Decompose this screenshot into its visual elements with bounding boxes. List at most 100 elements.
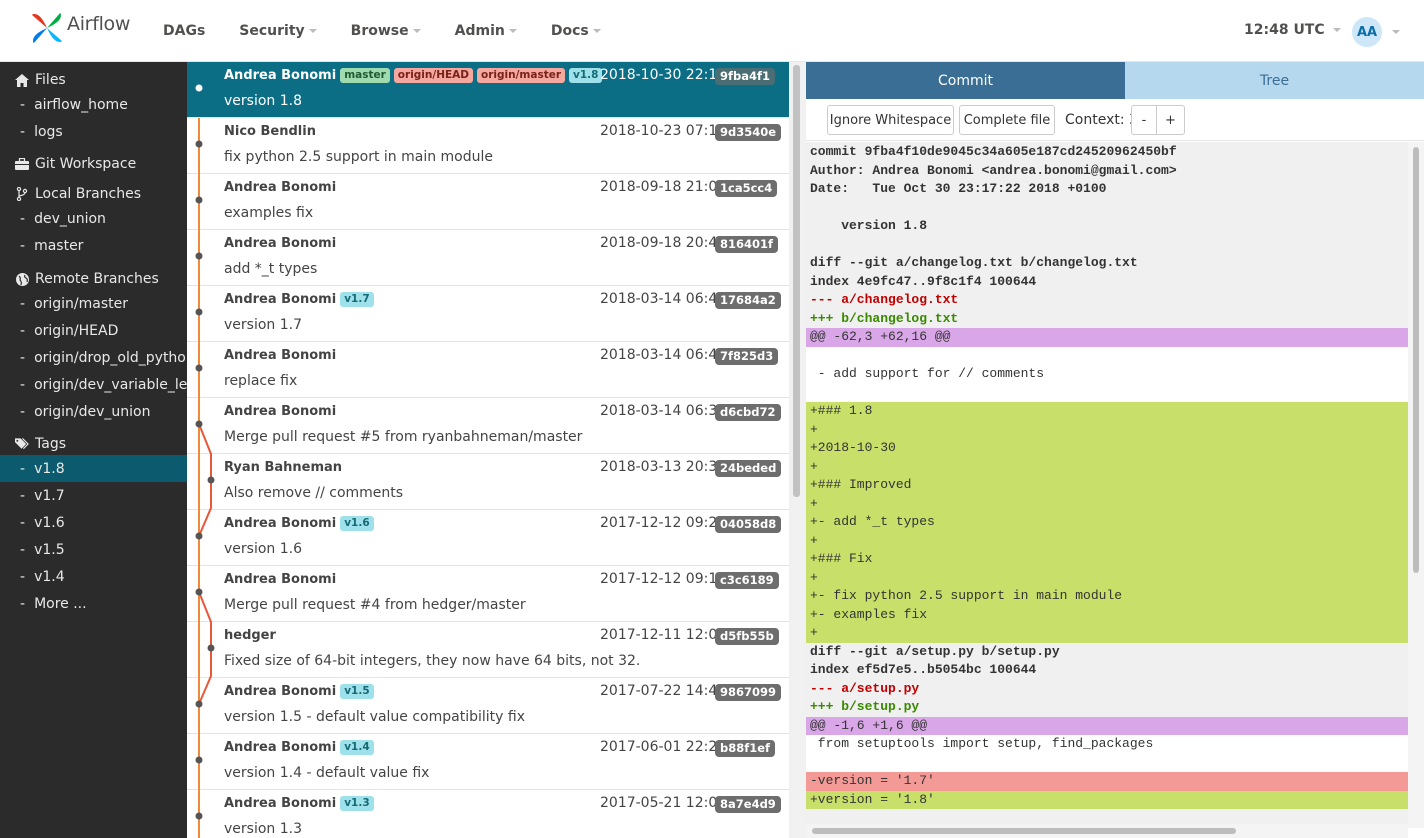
sidebar-item-tag-v1-7[interactable]: - v1.7 [0,482,187,509]
commit-hash-badge[interactable]: 9fba4f1 [715,68,776,85]
commit-row[interactable]: Andrea Bonomi master origin/HEAD origin/mas… [187,62,789,118]
commit-node [207,476,215,484]
complete-file-button[interactable]: Complete file [959,105,1055,135]
commit-hash-badge[interactable]: 7f825d3 [715,348,779,365]
diff-horizontal-scrollbar[interactable] [806,824,1408,838]
commit-hash-badge[interactable]: d5fb55b [715,628,779,645]
sidebar-item-origin-head[interactable]: - origin/HEAD [0,317,187,344]
commit-node [195,756,203,764]
ignore-whitespace-button[interactable]: Ignore Whitespace [827,105,954,135]
diff-line: +- fix python 2.5 support in main module [806,587,1408,606]
sidebar-item-tag-v1-6[interactable]: - v1.6 [0,509,187,536]
commit-row[interactable]: Nico Bendlin fix python 2.5 support in ma… [187,118,789,174]
tab-commit[interactable]: Commit [806,62,1125,99]
commit-hash-badge[interactable]: 24beded [715,460,782,477]
top-navbar: Airflow DAGs Security Browse Admin Docs … [0,0,1424,62]
commit-author: hedger [224,628,276,643]
commit-author-line: Andrea Bonomi v1.5 [224,684,374,699]
nav-docs[interactable]: Docs [551,23,601,39]
diff-line: +version = '1.8' [806,790,1408,809]
diff-line: + [806,420,1408,439]
commit-message: version 1.7 [224,317,302,333]
sidebar-section-remote-branches[interactable]: Remote Branches [0,266,187,292]
sidebar-item-dev-union[interactable]: - dev_union [0,205,187,232]
commit-row[interactable]: Andrea Bonomi add *_t types 2018-09-18 20:… [187,230,789,286]
commit-list-scrollbar[interactable] [789,62,806,838]
commit-row[interactable]: Andrea Bonomi Merge pull request #4 from … [187,566,789,622]
diff-line: diff --git a/changelog.txt b/changelog.t… [810,255,1138,270]
nav-docs-label: Docs [550,23,589,39]
sidebar-item-label: airflow_home [34,96,128,113]
nav-admin[interactable]: Admin [455,23,517,39]
commit-row[interactable]: Andrea Bonomi Merge pull request #5 from … [187,398,789,454]
commit-row[interactable]: Andrea Bonomi v1.3 version 1.3 2017-05-21 1… [187,790,789,838]
scrollbar-thumb[interactable] [793,65,800,497]
sidebar-section-local-branches[interactable]: Local Branches [0,181,187,207]
commit-message: Merge pull request #4 from hedger/master [224,597,526,613]
commit-author: Ryan Bahneman [224,460,343,475]
diff-line: + [806,457,1408,476]
commit-author-line: Andrea Bonomi [224,404,336,419]
sidebar-item-tag-v1-8[interactable]: - v1.8 [0,455,187,482]
sidebar-item-logs[interactable]: - logs [0,118,187,145]
commit-hash-badge[interactable]: 1ca5cc4 [715,180,778,197]
airflow-logo[interactable]: Airflow [28,10,130,46]
commit-hash-badge[interactable]: 816401f [715,236,779,253]
sidebar-item-tag-v1-4[interactable]: - v1.4 [0,563,187,590]
commit-row[interactable]: Andrea Bonomi replace fix 2018-03-14 06:40… [187,342,789,398]
caret-down-icon[interactable] [1392,30,1400,34]
diff-vertical-scrollbar[interactable] [1408,142,1424,828]
sidebar-item-origin-dev-variable[interactable]: - origin/dev_variable_le... [0,371,187,398]
commit-hash-badge[interactable]: 9867099 [715,684,782,701]
utc-clock[interactable]: 12:48 UTC [1244,22,1341,38]
sidebar-item-more-tags[interactable]: - More ... [0,590,187,617]
globe-icon [15,272,29,286]
sidebar-section-git-workspace[interactable]: Git Workspace [0,151,187,177]
commit-node [195,700,203,708]
commit-message: Fixed size of 64-bit integers, they now … [224,653,641,669]
sidebar-item-airflow-home[interactable]: - airflow_home [0,91,187,118]
commit-hash-badge[interactable]: 9d3540e [715,124,782,141]
scrollbar-thumb[interactable] [1413,147,1419,573]
commit-author: Andrea Bonomi [224,404,337,419]
commit-row[interactable]: Andrea Bonomi v1.4 version 1.4 - default v… [187,734,789,790]
tab-tree[interactable]: Tree [1125,62,1424,99]
caret-down-icon [1332,28,1341,32]
commit-row[interactable]: Ryan Bahneman Also remove // comments 2018… [187,454,789,510]
commit-row[interactable]: Andrea Bonomi v1.7 version 1.7 2018-03-14 0… [187,286,789,342]
commit-row[interactable]: Andrea Bonomi v1.6 version 1.6 2017-12-12 0… [187,510,789,566]
sidebar-section-files[interactable]: Files [0,67,187,93]
sidebar-item-origin-master[interactable]: - origin/master [0,290,187,317]
nav-security[interactable]: Security [239,23,317,39]
commit-author-line: Ryan Bahneman [224,460,342,475]
sidebar-item-origin-dev-union[interactable]: - origin/dev_union [0,398,187,425]
sidebar-item-master[interactable]: - master [0,232,187,259]
pinwheel-icon [31,12,63,44]
commit-hash-badge[interactable]: c3c6189 [715,572,779,589]
app-name: Airflow [67,13,131,35]
sidebar-item-origin-drop-old-python[interactable]: - origin/drop_old_python [0,344,187,371]
commit-hash-badge[interactable]: d6cbd72 [715,404,781,421]
commit-row[interactable]: hedger Fixed size of 64-bit integers, the… [187,622,789,678]
caret-down-icon [592,29,601,33]
commit-hash-badge[interactable]: 04058d8 [715,516,782,533]
commit-author-line: Andrea Bonomi [224,572,336,587]
nav-dags[interactable]: DAGs [163,23,205,39]
commit-hash-badge[interactable]: 8a7e4d9 [715,796,781,813]
commit-hash-badge[interactable]: b88f1ef [715,740,776,757]
diff-line: @@ -1,6 +1,6 @@ [806,716,1408,735]
scrollbar-thumb[interactable] [812,828,1236,834]
home-icon [15,73,29,87]
context-increase-button[interactable]: + [1156,105,1185,135]
commit-row[interactable]: Andrea Bonomi v1.5 version 1.5 - default v… [187,678,789,734]
nav-browse[interactable]: Browse [351,23,421,39]
commit-hash-badge[interactable]: 17684a2 [715,292,781,309]
commit-row[interactable]: Andrea Bonomi examples fix 2018-09-18 21:0… [187,174,789,230]
sidebar-item-tag-v1-5[interactable]: - v1.5 [0,536,187,563]
commit-date: 2018-03-14 06:35 [600,403,727,419]
user-avatar[interactable]: AA [1352,17,1382,47]
context-decrease-button[interactable]: - [1131,105,1157,135]
sidebar-section-tags[interactable]: Tags [0,431,187,457]
commit-date: 2017-12-11 12:07 [600,627,727,643]
diff-line: index ef5d7e5..b5054bc 100644 [810,662,1037,677]
